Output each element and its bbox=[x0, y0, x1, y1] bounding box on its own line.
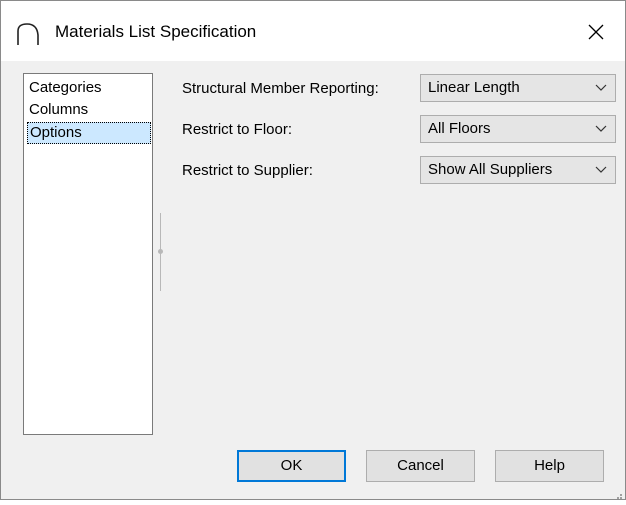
title-bar[interactable]: Materials List Specification bbox=[1, 1, 625, 61]
category-item-columns[interactable]: Columns bbox=[27, 99, 90, 121]
chevron-down-icon bbox=[595, 125, 607, 132]
materials-list-dialog: Materials List Specification Categories … bbox=[0, 0, 626, 500]
help-button[interactable]: Help bbox=[495, 450, 604, 482]
window-title: Materials List Specification bbox=[55, 22, 257, 41]
category-list[interactable]: Categories Columns Options bbox=[23, 73, 153, 435]
cancel-button[interactable]: Cancel bbox=[366, 450, 475, 482]
restrict-to-supplier-value: Show All Suppliers bbox=[428, 161, 553, 178]
panel-splitter[interactable] bbox=[158, 213, 163, 291]
category-item-categories[interactable]: Categories bbox=[27, 77, 104, 99]
structural-member-reporting-label: Structural Member Reporting: bbox=[182, 80, 379, 97]
chevron-down-icon bbox=[595, 166, 607, 173]
category-item-options[interactable]: Options bbox=[27, 122, 151, 144]
arch-icon bbox=[15, 21, 41, 47]
restrict-to-floor-select[interactable]: All Floors bbox=[420, 115, 616, 143]
structural-member-reporting-select[interactable]: Linear Length bbox=[420, 74, 616, 102]
resize-grip-icon[interactable] bbox=[613, 487, 623, 499]
restrict-to-floor-label: Restrict to Floor: bbox=[182, 121, 293, 138]
restrict-to-floor-value: All Floors bbox=[428, 120, 491, 137]
restrict-to-supplier-select[interactable]: Show All Suppliers bbox=[420, 156, 616, 184]
close-button[interactable] bbox=[579, 15, 613, 49]
ok-button[interactable]: OK bbox=[237, 450, 346, 482]
chevron-down-icon bbox=[595, 84, 607, 91]
close-icon bbox=[588, 24, 604, 40]
structural-member-reporting-value: Linear Length bbox=[428, 79, 520, 96]
restrict-to-supplier-label: Restrict to Supplier: bbox=[182, 162, 313, 179]
splitter-handle[interactable] bbox=[158, 249, 163, 254]
